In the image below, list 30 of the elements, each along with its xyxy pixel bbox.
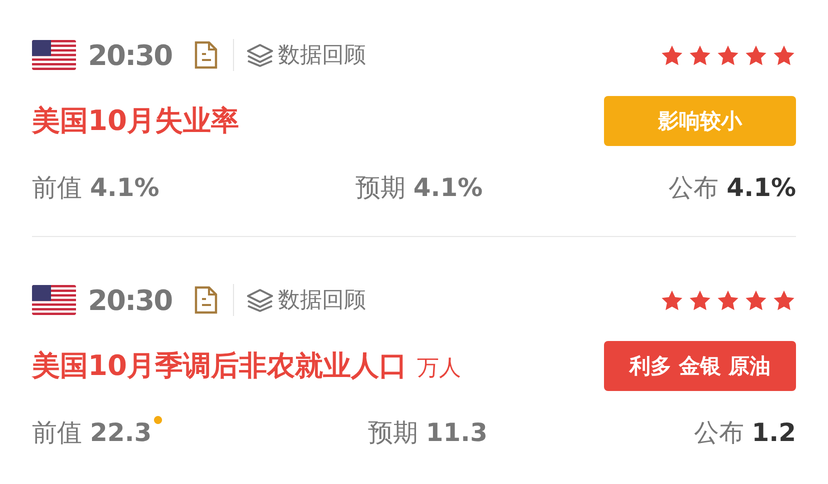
previous-value: 前值 4.1% — [32, 172, 160, 204]
layers-icon[interactable] — [246, 43, 274, 67]
star-icon — [688, 288, 712, 312]
data-review-link[interactable]: 数据回顾 — [278, 40, 366, 70]
data-review-link[interactable]: 数据回顾 — [278, 285, 366, 315]
star-icon — [772, 44, 796, 66]
document-icon[interactable] — [194, 41, 218, 69]
actual-value: 公布 1.2 — [694, 417, 796, 449]
actual-value: 公布 4.1% — [668, 172, 796, 204]
star-icon — [772, 288, 796, 312]
document-icon[interactable] — [194, 286, 218, 314]
layers-icon[interactable] — [246, 288, 274, 312]
forecast-value: 预期 4.1% — [355, 172, 483, 204]
flag-icon — [32, 285, 76, 315]
event-title: 美国10月季调后非农就业人口 — [32, 348, 407, 384]
event-title: 美国10月失业率 — [32, 103, 239, 139]
star-icon — [744, 44, 768, 66]
forecast-value: 预期 11.3 — [368, 417, 488, 449]
star-icon — [716, 288, 740, 312]
impact-tag: 影响较小 — [604, 96, 796, 146]
flag-icon — [32, 40, 76, 70]
star-icon — [716, 44, 740, 66]
star-icon — [660, 44, 684, 66]
event-time: 20:30 — [88, 284, 172, 316]
star-icon — [688, 44, 712, 66]
star-icon — [660, 288, 684, 312]
event-time: 20:30 — [88, 38, 172, 72]
star-icon — [744, 288, 768, 312]
impact-tag: 利多 金银 原油 — [604, 341, 796, 391]
unit-label: 万人 — [416, 355, 461, 383]
